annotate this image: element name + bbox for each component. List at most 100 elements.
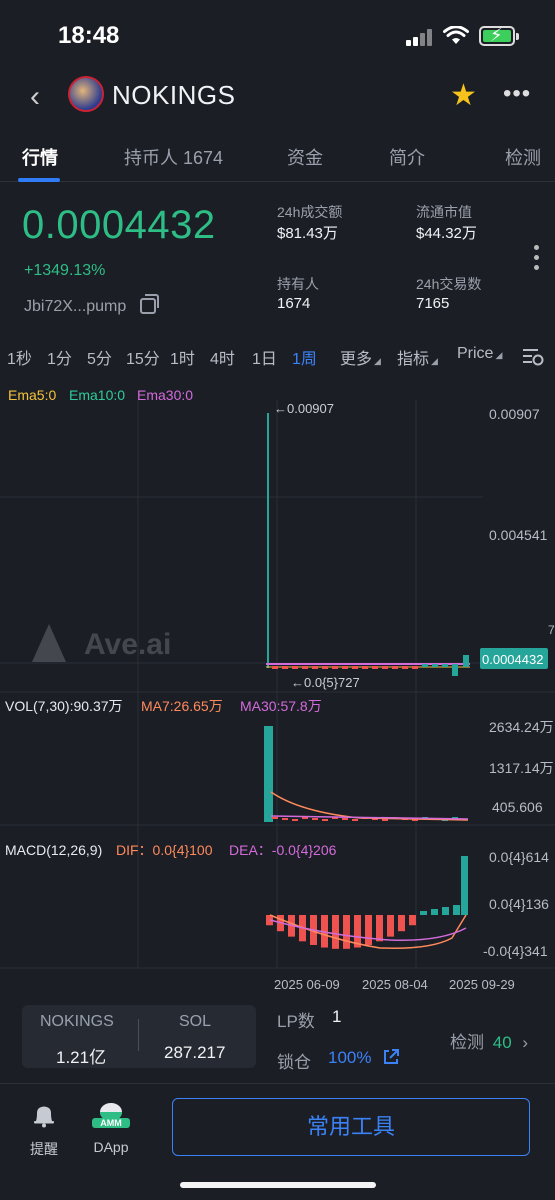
indicator-menu[interactable]: 指标 [397, 345, 438, 369]
timeframe-1d[interactable]: 1日 [252, 345, 277, 369]
remind-button[interactable]: 提醒 [28, 1102, 60, 1159]
copy-icon[interactable] [140, 294, 159, 314]
price-axis-top: 0.00907 [489, 406, 540, 422]
token-avatar [68, 76, 104, 112]
macd-axis-low: -0.0{4}341 [483, 943, 548, 959]
macd-bar [461, 856, 468, 915]
tx-count-label: 24h交易数 [416, 276, 482, 292]
holders-label: 持有人 [277, 276, 319, 292]
volume-bar [382, 819, 388, 821]
current-price-tag-text: 0.0004432 [482, 652, 543, 667]
volume-bar [312, 818, 318, 820]
macd-bar [398, 915, 405, 932]
volume-bar [302, 817, 308, 819]
candle [322, 666, 328, 669]
lp-count-value: 1 [332, 1007, 342, 1026]
candle [312, 666, 318, 669]
volume-label: 24h成交额 [277, 204, 343, 220]
low-marker: ←0.0{5}727 [291, 675, 360, 690]
reserve-token-value: 1.21亿 [56, 1048, 107, 1067]
lock-value[interactable]: 100% [328, 1048, 371, 1068]
reserve-divider [138, 1019, 139, 1051]
battery-icon: ⚡ [479, 25, 519, 46]
audit-score: 40 [492, 1033, 512, 1052]
dapp-label: DApp [93, 1139, 129, 1155]
market-cap-value: $44.32万 [416, 225, 477, 242]
watermark-text: Ave.ai [84, 628, 171, 661]
ma7-legend: MA7:26.65万 [141, 698, 223, 714]
chart-settings-icon[interactable] [522, 347, 544, 367]
ema10-legend: Ema10:0 [69, 387, 125, 403]
timeframe-1w[interactable]: 1周 [292, 345, 317, 369]
candle-series [272, 655, 469, 676]
macd-bar [376, 915, 383, 942]
ema30-legend: Ema30:0 [137, 387, 193, 403]
tab-intro[interactable]: 简介 [389, 144, 425, 170]
tx-count-value: 7165 [416, 295, 450, 312]
macd-axis-top: 0.0{4}614 [489, 849, 549, 865]
timeframe-15m[interactable]: 15分 [126, 345, 160, 369]
candle [342, 666, 348, 669]
reserve-sol-value: 287.217 [164, 1043, 226, 1062]
volume-bar-spike [264, 726, 273, 822]
current-price: 0.0004432 [22, 203, 216, 247]
tab-funds[interactable]: 资金 [287, 144, 323, 170]
remind-label: 提醒 [30, 1141, 58, 1157]
vol-axis-top: 2634.24万 [489, 719, 554, 735]
candle [282, 666, 288, 669]
lock-label: 锁仓 [277, 1053, 311, 1072]
dapp-button[interactable]: AMM DApp [90, 1102, 132, 1155]
timeframe-5m[interactable]: 5分 [87, 345, 112, 369]
external-link-icon[interactable] [382, 1048, 400, 1066]
tab-audit[interactable]: 检测 [505, 144, 541, 170]
tab-market[interactable]: 行情 [22, 144, 58, 170]
timeframe-more-label: 更多 [340, 351, 373, 368]
candle [412, 666, 418, 669]
macd-histogram [266, 856, 468, 949]
timeframe-1h[interactable]: 1时 [170, 345, 195, 369]
candle [352, 666, 358, 669]
macd-bar [431, 909, 438, 915]
macd-axis-mid: 0.0{4}136 [489, 896, 549, 912]
back-icon[interactable]: ‹ [30, 80, 40, 114]
timeframe-4h[interactable]: 4时 [210, 345, 235, 369]
vertical-more-icon[interactable] [534, 245, 540, 275]
price-chart[interactable]: Ema5:0 Ema10:0 Ema30:0 Ave.ai 0.00907 0.… [0, 380, 555, 1000]
bell-icon [34, 1106, 54, 1128]
candle [272, 666, 278, 669]
vol-axis-mid: 1317.14万 [489, 760, 554, 776]
volume-bar [352, 819, 358, 821]
macd-bar [332, 915, 339, 949]
price-axis-mid: 0.004541 [489, 527, 548, 543]
more-options-icon[interactable]: ••• [503, 80, 531, 108]
date-label-3: 2025 09-29 [449, 977, 515, 992]
cellular-signal-icon [406, 28, 434, 46]
vol-axis-low: 405.606 [492, 799, 543, 815]
chevron-right-icon: › [522, 1033, 529, 1052]
tab-holders[interactable]: 持币人 1674 [124, 144, 223, 170]
vol-legend: VOL(7,30):90.37万 [5, 698, 123, 714]
macd-bar [453, 905, 460, 915]
common-tools-button[interactable]: 常用工具 [172, 1098, 530, 1156]
dapp-badge: AMM [92, 1118, 130, 1128]
token-title: NOKINGS [112, 80, 236, 110]
price-menu[interactable]: Price [457, 345, 502, 363]
macd-bar [387, 915, 394, 937]
active-tab-indicator [18, 178, 60, 182]
candle [402, 666, 408, 669]
date-label-1: 2025 06-09 [274, 977, 340, 992]
volume-value: $81.43万 [277, 225, 338, 242]
macd-bar [420, 911, 427, 915]
dif-legend: DIF：0.0{4}100 [116, 842, 213, 858]
timeframe-more[interactable]: 更多 [340, 345, 381, 369]
favorite-star-icon[interactable]: ★ [450, 78, 477, 113]
reserve-sol-label: SOL [179, 1013, 212, 1030]
macd-bar [409, 915, 416, 926]
dea-legend: DEA：-0.0{4}206 [229, 842, 337, 858]
contract-address[interactable]: Jbi72X...pump [24, 298, 126, 316]
date-label-2: 2025 08-04 [362, 977, 428, 992]
audit-link[interactable]: 检测 40 › [450, 1028, 528, 1053]
timeframe-1m[interactable]: 1分 [47, 345, 72, 369]
macd-bar [442, 907, 449, 915]
timeframe-1s[interactable]: 1秒 [7, 345, 32, 369]
